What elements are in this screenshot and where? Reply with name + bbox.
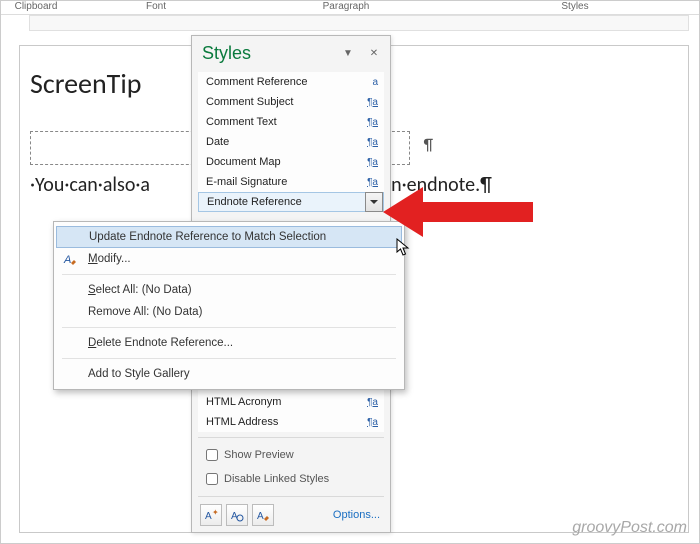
style-item-comment-text[interactable]: Comment Text ¶a <box>198 112 384 132</box>
menu-update-to-match-selection[interactable]: Update Endnote Reference to Match Select… <box>56 226 402 248</box>
style-item-document-map[interactable]: Document Map ¶a <box>198 152 384 172</box>
styles-pane-titlebar: Styles ▼ ✕ <box>192 36 390 70</box>
svg-text:✦: ✦ <box>212 508 218 517</box>
style-context-menu: Update Endnote Reference to Match Select… <box>53 221 405 390</box>
annotation-arrow <box>383 177 533 257</box>
ribbon-group-font: Font <box>71 1 241 14</box>
close-icon[interactable]: ✕ <box>366 45 382 61</box>
styles-pane-footer: A✦ A A Options... <box>192 502 390 526</box>
menu-add-to-gallery[interactable]: Add to Style Gallery <box>54 363 404 385</box>
menu-delete-style[interactable]: Delete Endnote Reference... Delete Endno… <box>54 332 404 354</box>
show-preview-checkbox[interactable]: Show Preview <box>192 443 390 467</box>
style-inspector-icon[interactable]: A <box>226 504 248 526</box>
menu-select-all[interactable]: Select All: (No Data) Select All: (No Da… <box>54 279 404 301</box>
body-text-fragment-left: ·You·can·also·a <box>30 173 150 197</box>
chevron-down-icon[interactable]: ▼ <box>340 45 356 61</box>
style-item-date[interactable]: Date ¶a <box>198 132 384 152</box>
watermark: groovyPost.com <box>572 519 687 537</box>
new-style-icon[interactable]: A✦ <box>200 504 222 526</box>
ruler[interactable] <box>29 15 689 31</box>
svg-text:A: A <box>257 511 264 522</box>
styles-pane-title: Styles <box>202 43 330 64</box>
ribbon: Clipboard Font Paragraph Styles <box>1 1 699 15</box>
svg-text:A: A <box>205 511 212 522</box>
menu-remove-all[interactable]: Remove All: (No Data) <box>54 301 404 323</box>
style-item-endnote-reference[interactable]: Endnote Reference <box>198 192 384 212</box>
style-item-html-address[interactable]: HTML Address ¶a <box>198 412 384 432</box>
disable-linked-styles-checkbox[interactable]: Disable Linked Styles <box>192 467 390 491</box>
styles-list: Comment Reference a Comment Subject ¶a C… <box>198 72 384 212</box>
style-item-comment-reference[interactable]: Comment Reference a <box>198 72 384 92</box>
style-item-email-signature[interactable]: E-mail Signature ¶a <box>198 172 384 192</box>
ribbon-group-styles: Styles <box>451 1 699 14</box>
options-link[interactable]: Options... <box>333 509 380 521</box>
modify-icon: A <box>62 251 78 267</box>
style-dropdown-button[interactable] <box>365 192 383 212</box>
ribbon-group-paragraph: Paragraph <box>241 1 451 14</box>
style-item-html-acronym[interactable]: HTML Acronym ¶a <box>198 392 384 412</box>
manage-styles-icon[interactable]: A <box>252 504 274 526</box>
style-item-comment-subject[interactable]: Comment Subject ¶a <box>198 92 384 112</box>
svg-text:A: A <box>63 254 71 266</box>
menu-modify[interactable]: A MModify...odify... <box>54 248 404 270</box>
ribbon-group-clipboard: Clipboard <box>1 1 71 14</box>
